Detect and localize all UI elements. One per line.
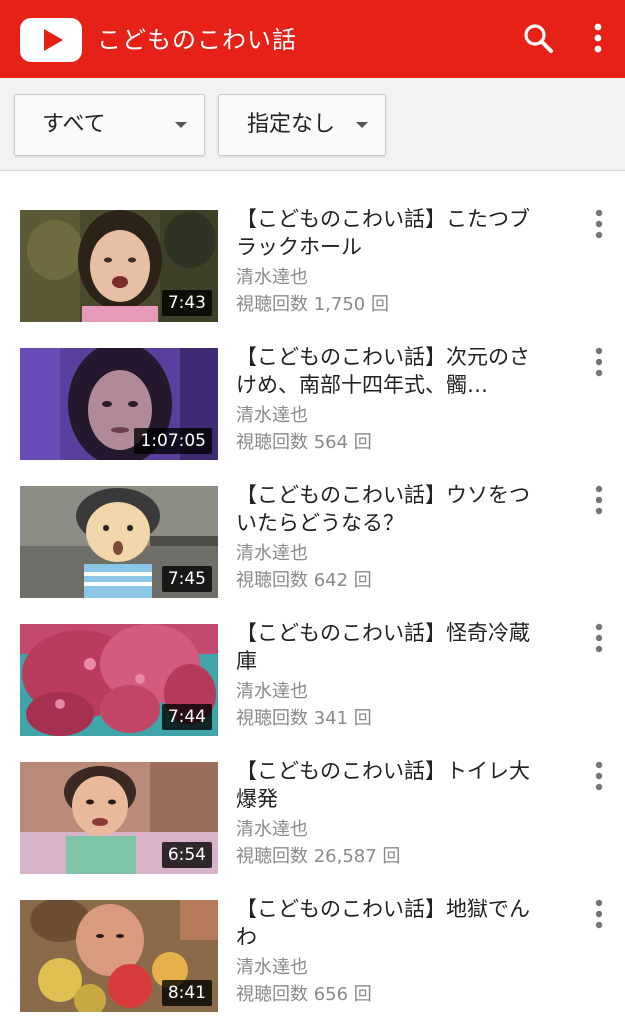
video-title[interactable]: 【こどものこわい話】次元のさけめ、南部十四年式、髑… [236,343,536,399]
more-vert-icon[interactable] [586,207,612,241]
video-thumbnail[interactable]: 7:43 [20,210,218,322]
sort-filter-dropdown[interactable]: 指定なし [218,94,386,156]
dropdown-arrow-icon [356,122,368,128]
video-title[interactable]: 【こどものこわい話】ウソをついたらどうなる？ [236,481,536,537]
channel-title: こどものこわい話 [97,26,297,54]
more-vert-icon[interactable] [586,483,612,517]
video-thumbnail[interactable]: 1:07:05 [20,348,218,460]
type-filter-dropdown[interactable]: すべて [14,94,205,156]
video-channel: 清水達也 [236,957,308,978]
video-list-item[interactable]: 7:45 【こどものこわい話】ウソをついたらどうなる？ 清水達也 視聴回数 64… [0,447,625,598]
app: こどものこわい話 すべて 指定なし 7:43 【こどものこわい話】こたつブラック… [0,0,625,1024]
video-list-item[interactable]: 8:41 【こどものこわい話】地獄でんわ 清水達也 視聴回数 656 回 [0,861,625,1012]
video-list-item[interactable]: 7:44 【こどものこわい話】怪奇冷蔵庫 清水達也 視聴回数 341 回 [0,585,625,736]
youtube-logo-icon[interactable] [20,18,82,62]
video-title[interactable]: 【こどものこわい話】こたつブラックホール [236,205,536,261]
video-list-item[interactable]: 6:54 【こどものこわい話】トイレ大爆発 清水達也 視聴回数 26,587 回 [0,723,625,874]
sort-filter-label: 指定なし [247,112,336,137]
video-title[interactable]: 【こどものこわい話】トイレ大爆発 [236,757,536,813]
video-view-count: 視聴回数 656 回 [236,984,372,1005]
video-thumbnail[interactable]: 7:45 [20,486,218,598]
search-icon[interactable] [518,18,558,58]
app-header: こどものこわい話 [0,0,625,78]
video-title[interactable]: 【こどものこわい話】怪奇冷蔵庫 [236,619,536,675]
more-vert-icon[interactable] [578,18,618,58]
video-duration: 8:41 [161,980,212,1006]
video-channel: 清水達也 [236,405,308,426]
video-channel: 清水達也 [236,819,308,840]
video-channel: 清水達也 [236,543,308,564]
more-vert-icon[interactable] [586,345,612,379]
filter-bar: すべて 指定なし [0,78,625,171]
more-vert-icon[interactable] [586,897,612,931]
video-title[interactable]: 【こどものこわい話】地獄でんわ [236,895,536,951]
dropdown-arrow-icon [175,122,187,128]
more-vert-icon[interactable] [586,759,612,793]
video-thumbnail[interactable]: 8:41 [20,900,218,1012]
video-list-item[interactable]: 7:43 【こどものこわい話】こたつブラックホール 清水達也 視聴回数 1,75… [0,171,625,322]
video-thumbnail[interactable]: 7:44 [20,624,218,736]
video-list-item[interactable]: 1:07:05 【こどものこわい話】次元のさけめ、南部十四年式、髑… 清水達也 … [0,309,625,460]
type-filter-label: すべて [42,112,106,137]
video-channel: 清水達也 [236,681,308,702]
video-channel: 清水達也 [236,267,308,288]
video-thumbnail[interactable]: 6:54 [20,762,218,874]
more-vert-icon[interactable] [586,621,612,655]
